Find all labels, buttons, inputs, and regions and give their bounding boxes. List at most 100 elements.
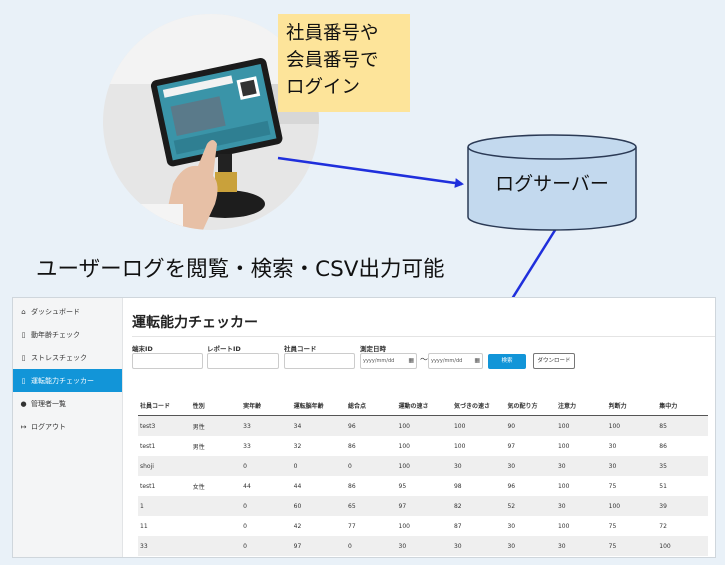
table-cell: 72 — [659, 522, 667, 530]
table-cell: 30 — [396, 536, 452, 556]
table-cell: 0 — [346, 536, 397, 556]
table-cell: 30 — [608, 442, 617, 450]
table-cell: 30 — [451, 536, 506, 556]
table-cell: 86 — [348, 442, 356, 450]
table-cell: 11 — [140, 522, 148, 530]
device-id-label: 端末ID — [132, 345, 153, 353]
table-cell: 35 — [657, 456, 708, 476]
employee-code-input[interactable] — [284, 353, 355, 369]
table-cell: 86 — [659, 442, 667, 450]
document-icon: ▯ — [21, 330, 26, 339]
column-header[interactable]: 注意力 — [555, 396, 607, 416]
document-icon: ▯ — [21, 353, 26, 362]
sidebar-item-logout[interactable]: ↦ ログアウト — [13, 415, 122, 438]
table-cell: 100 — [555, 415, 607, 436]
table-cell: 97 — [291, 536, 346, 556]
table-row[interactable]: 33 0 97 0 30 30 30 30 75 100 — [138, 536, 708, 556]
sidebar-item-label: ダッシュボード — [31, 307, 80, 316]
table-row[interactable]: shoji 0 0 0 100 30 30 30 30 35 — [138, 456, 708, 476]
sidebar-item-label: ストレスチェック — [31, 353, 87, 362]
table-cell: 0 — [346, 456, 397, 476]
table-cell: 100 — [398, 522, 410, 530]
column-header[interactable]: 集中力 — [657, 396, 708, 416]
sidebar-item-stress-check[interactable]: ▯ ストレスチェック — [13, 346, 122, 369]
report-id-label: レポートID — [207, 345, 241, 353]
table-cell: 95 — [398, 482, 407, 490]
date-from-input[interactable]: yyyy/mm/dd ▦ — [360, 353, 417, 369]
column-header[interactable]: 運動の速さ — [396, 396, 452, 416]
column-header[interactable]: 判断力 — [606, 396, 658, 416]
date-label: 測定日時 — [360, 345, 386, 353]
calendar-icon: ▦ — [408, 357, 414, 364]
sidebar-item-age-check[interactable]: ▯ 動年齢チェック — [13, 323, 122, 346]
table-cell: 77 — [348, 522, 356, 530]
table-row[interactable]: test1 男性 33 32 86 100 100 97 100 30 86 — [138, 436, 708, 456]
column-header[interactable]: 気の配り方 — [505, 396, 556, 416]
arrow-tablet-to-server — [277, 156, 464, 188]
table-cell: 100 — [396, 415, 452, 436]
column-header[interactable]: 総合点 — [346, 396, 397, 416]
column-header[interactable]: 社員コード — [138, 396, 191, 416]
table-cell: 100 — [453, 442, 466, 450]
device-id-input[interactable] — [132, 353, 203, 369]
table-cell: test3 — [138, 415, 191, 436]
table-cell: 0 — [241, 496, 292, 516]
table-cell: 女性 — [192, 483, 205, 491]
table-cell: 30 — [555, 456, 607, 476]
headline: ユーザーログを閲覧・検索・CSV出力可能 — [36, 257, 445, 282]
table-cell: 0 — [241, 456, 292, 476]
table-cell: 100 — [451, 415, 506, 436]
table-cell: 42 — [293, 522, 302, 530]
calendar-icon: ▦ — [474, 357, 480, 364]
sidebar-item-label: 運転能力チェッカー — [31, 376, 94, 385]
table-cell: 33 — [243, 442, 251, 450]
table-cell — [190, 536, 242, 556]
table-cell — [190, 456, 242, 476]
column-header[interactable]: 運転脳年齢 — [291, 396, 346, 416]
sidebar-item-dashboard[interactable]: ⌂ ダッシュボード — [13, 300, 122, 323]
table-cell: 0 — [241, 536, 292, 556]
table-cell: shoji — [138, 456, 191, 476]
table-cell: 82 — [451, 496, 506, 516]
table-cell: 98 — [453, 482, 462, 490]
table-cell: 30 — [451, 456, 506, 476]
sidebar-item-label: ログアウト — [31, 422, 66, 431]
admin-screen: ⌂ ダッシュボード ▯ 動年齢チェック ▯ ストレスチェック ▯ 運転能力チェッ… — [12, 297, 716, 558]
table-cell: 0 — [291, 456, 346, 476]
date-to-input[interactable]: yyyy/mm/dd ▦ — [428, 353, 483, 369]
table-cell: 44 — [243, 482, 251, 490]
table-cell: 100 — [557, 522, 570, 530]
download-button[interactable]: ダウンロード — [533, 353, 575, 369]
table-cell: 97 — [507, 442, 516, 450]
table-row[interactable]: 11 0 42 77 100 87 30 100 75 72 — [138, 516, 708, 536]
table-cell: 30 — [606, 456, 658, 476]
table-cell: 96 — [507, 482, 516, 490]
table-cell: 34 — [291, 415, 346, 436]
column-header[interactable]: 実年齢 — [241, 396, 292, 416]
table-cell: 52 — [505, 496, 556, 516]
table-cell: 30 — [505, 536, 556, 556]
table-cell: 75 — [608, 482, 617, 490]
document-icon: ▯ — [21, 376, 26, 385]
table-row[interactable]: test3 男性 33 34 96 100 100 90 100 100 85 — [138, 415, 708, 436]
column-header[interactable]: 性別 — [190, 396, 242, 416]
table-row[interactable]: test1 女性 44 44 86 95 98 96 100 75 51 — [138, 476, 708, 496]
report-id-input[interactable] — [207, 353, 279, 369]
main-content: 運転能力チェッカー 端末ID レポートID 社員コード 測定日時 yyyy/mm… — [132, 298, 715, 557]
search-button[interactable]: 検索 — [488, 354, 526, 369]
table-cell: 51 — [659, 482, 667, 490]
column-header[interactable]: 気づきの速さ — [451, 396, 506, 416]
table-cell: 33 — [138, 536, 191, 556]
table-cell: 0 — [243, 522, 247, 530]
table-cell: test1 — [140, 442, 156, 450]
table-cell: 100 — [557, 442, 570, 450]
table-cell: 1 — [138, 496, 191, 516]
results-table: 社員コード 性別 実年齢 運転脳年齢 総合点 運動の速さ 気づきの速さ 気の配り方 注意力 判断力… — [138, 396, 708, 556]
table-cell: 100 — [657, 536, 708, 556]
table-row[interactable]: 1 0 60 65 97 82 52 30 100 39 — [138, 496, 708, 516]
table-cell: 100 — [606, 415, 658, 436]
table-cell — [190, 496, 242, 516]
table-cell: 85 — [657, 415, 708, 436]
sidebar-item-driving-checker[interactable]: ▯ 運転能力チェッカー — [13, 369, 122, 392]
sidebar-item-admins[interactable]: ● 管理者一覧 — [13, 392, 122, 415]
